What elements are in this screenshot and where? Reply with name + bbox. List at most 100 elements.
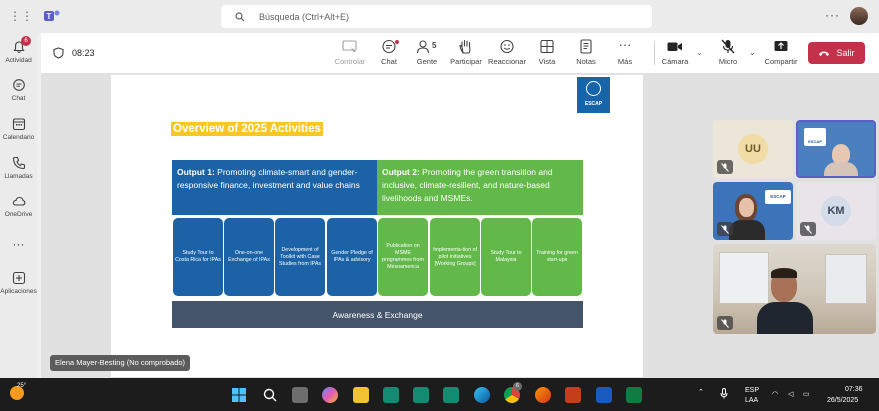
svg-text:T: T xyxy=(47,12,52,21)
sharepoint-icon-3[interactable] xyxy=(443,387,459,403)
search-input[interactable]: Búsqueda (Ctrl+Alt+E) xyxy=(221,5,652,28)
app-rail: 6 Actividad Chat Calendario Llamadas One… xyxy=(0,33,37,378)
rail-item-chat[interactable]: Chat xyxy=(0,78,37,102)
shared-slide: ESCAP Overview of 2025 Activities Output… xyxy=(111,75,643,377)
people-button[interactable]: 5 Gente xyxy=(407,39,447,66)
chevron-up-icon[interactable]: ⌃ xyxy=(698,388,704,396)
battery-icon[interactable]: ▭ xyxy=(803,390,810,398)
activity-box: Development of Toolkit with Case Studies… xyxy=(275,218,325,296)
camera-chevron-down-icon[interactable]: ⌄ xyxy=(696,48,703,57)
notes-button[interactable]: Notas xyxy=(566,39,606,66)
output2-label: Output 2: xyxy=(382,167,420,177)
participant-body xyxy=(757,302,813,334)
task-view-icon[interactable] xyxy=(292,387,308,403)
meeting-timer: 08:23 xyxy=(72,48,95,58)
rail-item-onedrive[interactable]: OneDrive xyxy=(0,194,37,218)
participant-tile-man[interactable] xyxy=(713,244,876,334)
chat-button[interactable]: Chat xyxy=(369,39,409,66)
view-button[interactable]: Vista xyxy=(527,39,567,66)
firefox-icon[interactable] xyxy=(535,387,551,403)
participant-tile-km[interactable]: KM xyxy=(796,182,876,240)
add-apps-icon xyxy=(12,271,25,285)
rail-item-calls[interactable]: Llamadas xyxy=(0,156,37,180)
participant-tile-speaker[interactable]: ESCAP xyxy=(796,120,876,178)
wifi-icon[interactable]: ◠ xyxy=(772,390,778,398)
escap-backdrop-logo: ESCAP xyxy=(765,190,791,204)
rail-item-calendar[interactable]: Calendario xyxy=(0,117,37,141)
title-bar: ⋮⋮ T Búsqueda (Ctrl+Alt+E) ··· xyxy=(0,0,879,33)
powerpoint-icon[interactable] xyxy=(565,387,581,403)
output1-box: Output 1: Promoting climate-smart and ge… xyxy=(172,160,377,215)
people-count: 5 xyxy=(432,41,437,50)
chrome-icon[interactable]: 6 xyxy=(504,382,522,403)
language-code[interactable]: ESP xyxy=(745,387,759,394)
share-screen-icon xyxy=(774,41,788,51)
copilot-icon[interactable] xyxy=(322,387,338,403)
muted-mic-icon xyxy=(800,222,816,236)
shield-icon[interactable] xyxy=(53,47,64,59)
hand-icon xyxy=(459,39,471,54)
file-explorer-icon[interactable] xyxy=(353,387,369,403)
windows-taskbar: 25° 6 ⌃ ESP LAA ◠ ◁ ▭ 07:36 26/5/2025 xyxy=(0,378,879,411)
share-button[interactable]: Compartir xyxy=(761,39,801,66)
microphone-icon[interactable] xyxy=(720,388,728,399)
escap-logo-text: ESCAP xyxy=(584,101,603,107)
participant-tile-woman[interactable]: ESCAP xyxy=(713,182,793,240)
more-icon: ··· xyxy=(618,37,632,52)
taskbar-search-icon[interactable] xyxy=(262,387,278,403)
react-label: Reaccionar xyxy=(488,57,526,66)
activity-box: Study Tour to Costa Rica for IPAs xyxy=(173,218,223,296)
muted-mic-icon xyxy=(717,160,733,174)
grid-dots-icon[interactable]: ⋮⋮ xyxy=(9,9,33,23)
mic-chevron-down-icon[interactable]: ⌄ xyxy=(749,48,756,57)
rail-item-apps[interactable]: Aplicaciones xyxy=(0,271,37,295)
clock-date[interactable]: 26/5/2025 xyxy=(827,397,858,404)
more-button[interactable]: ··· Más xyxy=(605,37,645,66)
muted-mic-icon xyxy=(717,316,733,330)
keyboard-layout[interactable]: LAA xyxy=(745,397,758,404)
output1-label: Output 1: xyxy=(177,167,215,177)
rail-more-icon[interactable]: ··· xyxy=(0,237,37,251)
react-button[interactable]: Reaccionar xyxy=(487,39,527,66)
chat-icon xyxy=(12,79,25,91)
edge-icon[interactable] xyxy=(474,387,490,403)
escap-backdrop-logo: ESCAP xyxy=(804,128,826,146)
control-icon xyxy=(342,40,357,52)
activity-badge: 6 xyxy=(21,36,31,46)
activity-box: Study Tour to Malaysia xyxy=(481,218,531,296)
raise-hand-button[interactable]: Participar xyxy=(446,39,486,66)
word-icon[interactable] xyxy=(596,387,612,403)
chat-label: Chat xyxy=(381,57,397,66)
escap-logo: ESCAP xyxy=(577,77,610,113)
teams-logo-icon: T xyxy=(44,10,60,21)
people-label: Gente xyxy=(416,57,438,66)
rail-label: Llamadas xyxy=(4,173,33,180)
control-button[interactable]: Controlar xyxy=(330,39,370,66)
camera-button[interactable]: Cámara xyxy=(655,39,695,66)
mic-label: Micro xyxy=(718,57,738,66)
speaker-icon[interactable]: ◁ xyxy=(788,390,793,398)
meeting-toolbar: 08:23 Controlar Chat 5 Gente Participar … xyxy=(41,33,879,73)
sharepoint-icon[interactable] xyxy=(383,387,399,403)
slide-title: Overview of 2025 Activities xyxy=(171,122,323,136)
participant-tile-uu[interactable]: UU xyxy=(713,120,793,178)
sharepoint-icon-2[interactable] xyxy=(413,387,429,403)
more-options-icon[interactable]: ··· xyxy=(825,8,840,22)
awareness-bar: Awareness & Exchange xyxy=(172,301,583,328)
participant-hair xyxy=(771,268,797,278)
leave-button[interactable]: Salir xyxy=(808,42,865,64)
camera-label: Cámara xyxy=(661,57,689,66)
leave-label: Salir xyxy=(836,48,855,58)
windows-start-icon[interactable] xyxy=(231,387,247,403)
activity-box: Training for green start-ups xyxy=(532,218,582,296)
excel-icon[interactable] xyxy=(626,387,642,403)
clock-time[interactable]: 07:36 xyxy=(845,386,863,393)
user-avatar[interactable] xyxy=(850,7,868,25)
rail-item-activity[interactable]: 6 Actividad xyxy=(0,36,37,64)
chrome-badge: 6 xyxy=(513,382,522,391)
window-backdrop xyxy=(825,254,867,304)
raise-hand-label: Participar xyxy=(450,57,482,66)
activity-box: Implementa-tion of pilot initiatives [Wo… xyxy=(430,218,480,296)
mic-button[interactable]: Micro xyxy=(708,39,748,66)
presenter-name-label: Elena Mayer-Besting (No comprobado) xyxy=(50,355,191,371)
